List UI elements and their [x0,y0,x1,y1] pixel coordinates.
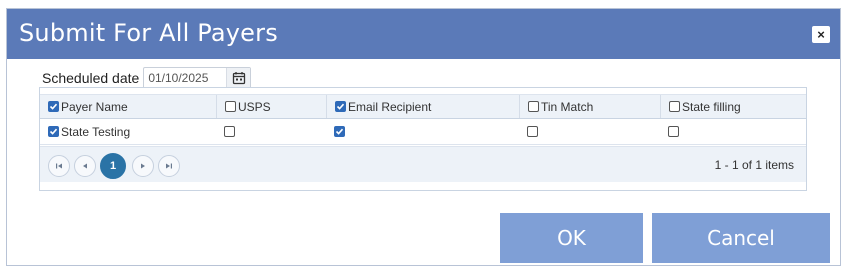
header-usps-checkbox[interactable] [225,101,236,112]
scheduled-date-input[interactable] [144,68,227,88]
ok-button[interactable]: OK [500,213,643,263]
page-1-button[interactable]: 1 [100,153,126,179]
submit-dialog: Submit For All Payers × Scheduled date 0… [6,8,841,266]
header-payer-name-label: Payer Name [61,99,128,114]
first-page-button[interactable] [48,155,70,177]
close-icon: × [817,27,825,42]
header-usps-label: USPS [238,99,271,114]
current-page-number: 1 [109,160,117,172]
first-page-icon [56,163,62,169]
header-tin-match: Tin Match [519,95,660,118]
cell-usps [216,119,326,144]
calendar-button[interactable] [226,68,251,88]
cell-state-filling [660,119,806,144]
prev-page-icon [83,163,87,169]
cell-tin-match [519,119,660,144]
grid-pager: 1 1 - 1 of 1 items [40,146,806,182]
dialog-titlebar: Submit For All Payers × [7,9,840,59]
scheduled-date-label: Scheduled date [42,70,140,86]
scheduled-date-row: Scheduled date [42,67,252,89]
cell-email-recipient [326,119,519,144]
grid-header: Payer Name USPS Email Recipient Tin Matc… [40,94,806,119]
cell-payer-name: State Testing [40,119,216,144]
date-picker [143,67,252,89]
header-state-filling-checkbox[interactable] [669,101,680,112]
row-tin-match-checkbox[interactable] [527,126,538,137]
close-button[interactable]: × [812,26,830,43]
payers-grid: Payer Name USPS Email Recipient Tin Matc… [39,87,807,191]
last-page-button[interactable] [158,155,180,177]
header-email-recipient: Email Recipient [326,95,519,118]
pager-info: 1 - 1 of 1 items [714,158,794,172]
header-tin-match-label: Tin Match [541,99,594,114]
header-email-recipient-label: Email Recipient [348,99,432,114]
row-payer-checkbox[interactable] [48,126,59,137]
cancel-button[interactable]: Cancel [652,213,830,263]
header-email-recipient-checkbox[interactable] [335,101,346,112]
row-email-recipient-checkbox[interactable] [334,126,345,137]
header-state-filling-label: State filling [682,99,741,114]
prev-page-button[interactable] [74,155,96,177]
dialog-title: Submit For All Payers [19,19,278,47]
header-payer-name: Payer Name [40,95,216,118]
payer-name-text: State Testing [61,124,131,139]
header-state-filling: State filling [660,95,806,118]
row-usps-checkbox[interactable] [224,126,235,137]
calendar-icon [232,72,245,85]
next-page-button[interactable] [132,155,154,177]
header-payer-name-checkbox[interactable] [48,101,59,112]
header-usps: USPS [216,95,326,118]
last-page-icon [166,163,172,169]
table-row: State Testing [40,119,806,145]
row-state-filling-checkbox[interactable] [668,126,679,137]
next-page-icon [141,163,145,169]
header-tin-match-checkbox[interactable] [528,101,539,112]
